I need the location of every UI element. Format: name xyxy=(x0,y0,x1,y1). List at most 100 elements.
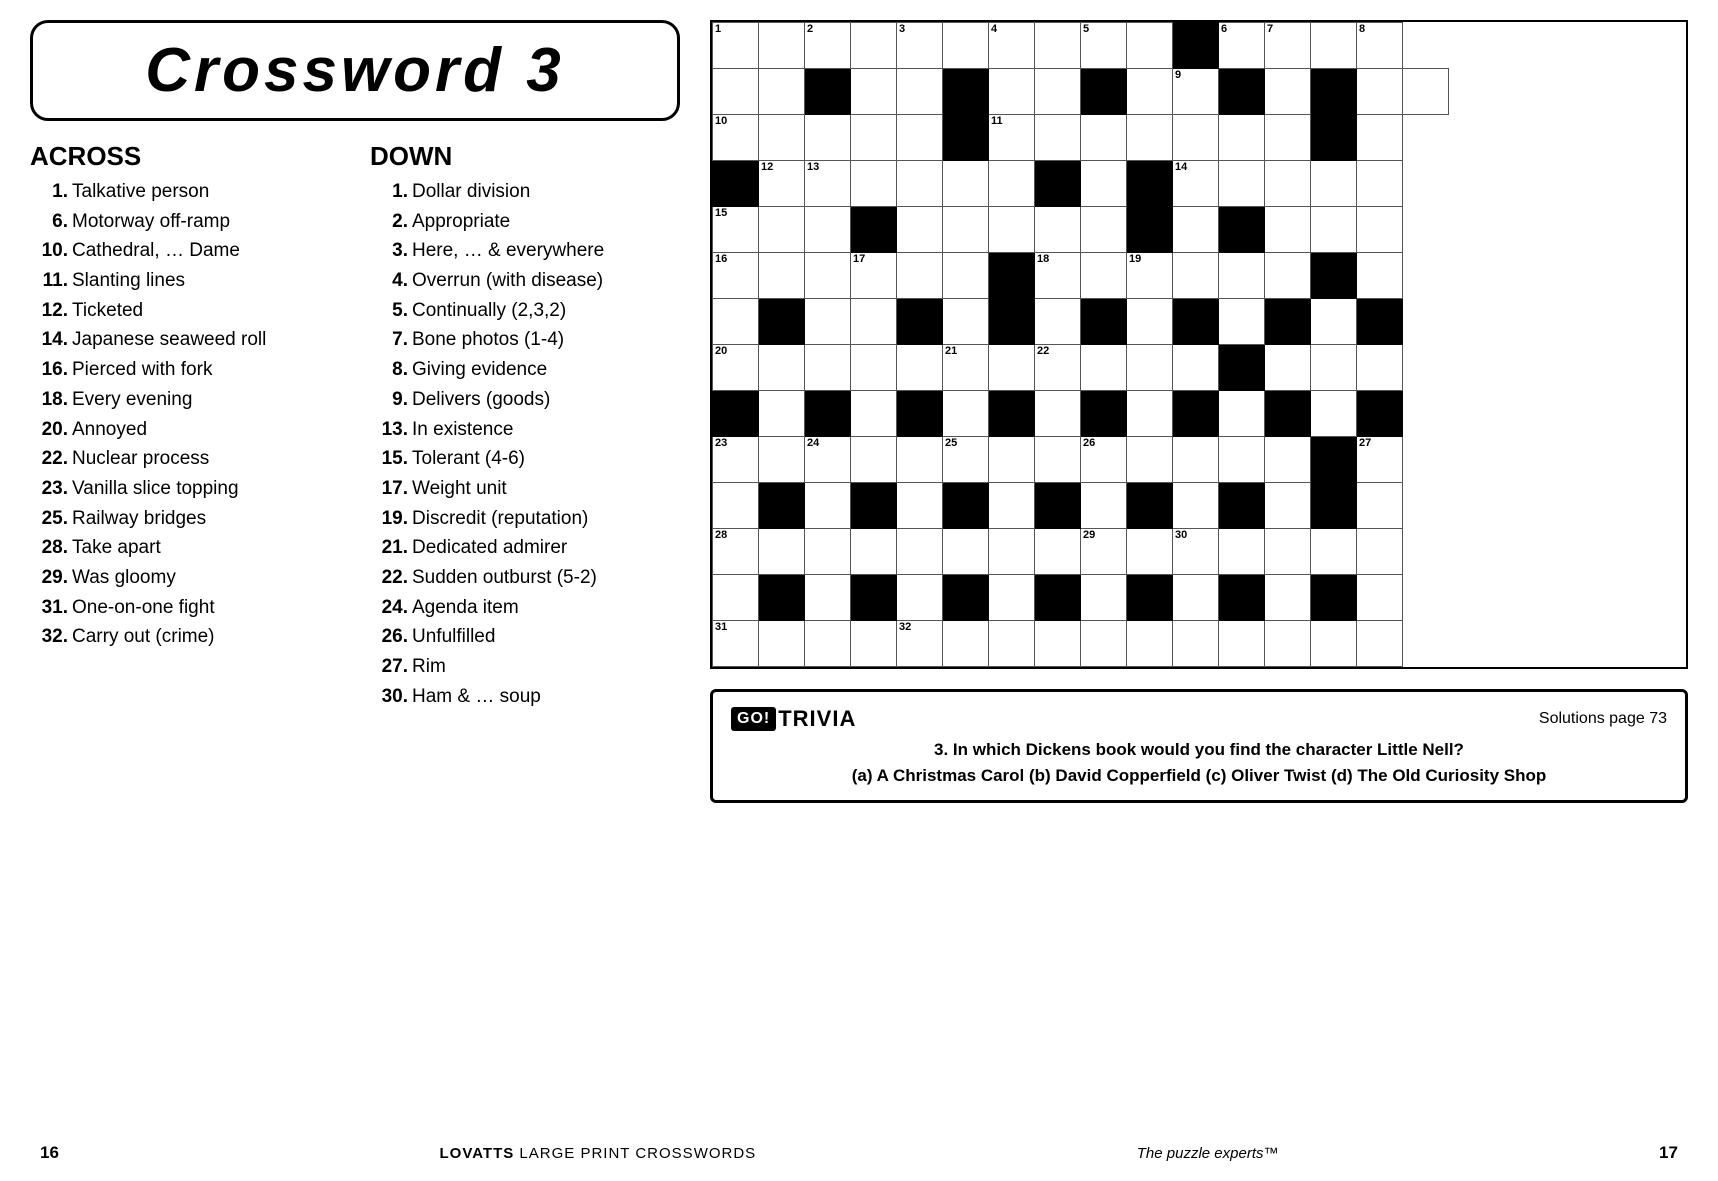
grid-cell[interactable] xyxy=(851,345,897,391)
grid-cell[interactable] xyxy=(1173,345,1219,391)
grid-cell[interactable] xyxy=(1081,483,1127,529)
grid-cell[interactable] xyxy=(1173,115,1219,161)
grid-cell[interactable] xyxy=(1219,437,1265,483)
grid-cell[interactable] xyxy=(1035,391,1081,437)
grid-cell[interactable] xyxy=(897,575,943,621)
grid-cell[interactable] xyxy=(1035,437,1081,483)
grid-cell[interactable] xyxy=(1127,345,1173,391)
grid-cell[interactable] xyxy=(759,253,805,299)
grid-cell[interactable] xyxy=(1357,575,1403,621)
grid-cell[interactable] xyxy=(1357,207,1403,253)
grid-cell[interactable] xyxy=(805,345,851,391)
grid-cell[interactable] xyxy=(1265,161,1311,207)
grid-cell[interactable] xyxy=(1265,69,1311,115)
grid-cell[interactable] xyxy=(851,437,897,483)
grid-cell[interactable]: 5 xyxy=(1081,23,1127,69)
grid-cell[interactable]: 4 xyxy=(989,23,1035,69)
grid-cell[interactable] xyxy=(805,575,851,621)
grid-cell[interactable] xyxy=(1357,621,1403,667)
grid-cell[interactable] xyxy=(943,621,989,667)
grid-cell[interactable] xyxy=(1265,115,1311,161)
grid-cell[interactable] xyxy=(1127,391,1173,437)
grid-cell[interactable]: 32 xyxy=(897,621,943,667)
grid-cell[interactable] xyxy=(943,207,989,253)
grid-cell[interactable]: 17 xyxy=(851,253,897,299)
grid-cell[interactable] xyxy=(759,621,805,667)
grid-cell[interactable] xyxy=(1219,621,1265,667)
grid-cell[interactable] xyxy=(851,529,897,575)
grid-cell[interactable] xyxy=(943,23,989,69)
grid-cell[interactable] xyxy=(1127,437,1173,483)
grid-cell[interactable] xyxy=(805,253,851,299)
grid-cell[interactable] xyxy=(1127,23,1173,69)
grid-cell[interactable] xyxy=(897,161,943,207)
grid-cell[interactable] xyxy=(1173,575,1219,621)
grid-cell[interactable] xyxy=(1035,529,1081,575)
grid-cell[interactable] xyxy=(1081,161,1127,207)
grid-cell[interactable] xyxy=(1311,207,1357,253)
grid-cell[interactable] xyxy=(1173,437,1219,483)
grid-cell[interactable] xyxy=(989,207,1035,253)
grid-cell[interactable] xyxy=(897,529,943,575)
grid-cell[interactable] xyxy=(1311,345,1357,391)
grid-cell[interactable] xyxy=(897,345,943,391)
grid-cell[interactable] xyxy=(943,299,989,345)
grid-cell[interactable] xyxy=(759,23,805,69)
grid-cell[interactable]: 20 xyxy=(713,345,759,391)
grid-cell[interactable] xyxy=(851,115,897,161)
grid-cell[interactable] xyxy=(1035,299,1081,345)
grid-cell[interactable] xyxy=(989,529,1035,575)
grid-cell[interactable] xyxy=(759,345,805,391)
grid-cell[interactable] xyxy=(759,69,805,115)
grid-cell[interactable] xyxy=(851,161,897,207)
grid-cell[interactable]: 13 xyxy=(805,161,851,207)
grid-cell[interactable]: 31 xyxy=(713,621,759,667)
grid-cell[interactable] xyxy=(1403,69,1449,115)
grid-cell[interactable] xyxy=(1081,621,1127,667)
grid-cell[interactable] xyxy=(1081,575,1127,621)
grid-cell[interactable]: 9 xyxy=(1173,69,1219,115)
grid-cell[interactable] xyxy=(1173,483,1219,529)
grid-cell[interactable] xyxy=(1357,69,1403,115)
grid-cell[interactable] xyxy=(989,483,1035,529)
grid-cell[interactable] xyxy=(1127,621,1173,667)
grid-cell[interactable] xyxy=(851,69,897,115)
grid-cell[interactable] xyxy=(1173,621,1219,667)
grid-cell[interactable] xyxy=(759,115,805,161)
grid-cell[interactable] xyxy=(713,299,759,345)
grid-cell[interactable] xyxy=(1173,207,1219,253)
grid-cell[interactable] xyxy=(1265,575,1311,621)
grid-cell[interactable] xyxy=(1081,207,1127,253)
grid-cell[interactable] xyxy=(1127,69,1173,115)
grid-cell[interactable] xyxy=(1265,437,1311,483)
grid-cell[interactable] xyxy=(805,115,851,161)
grid-cell[interactable] xyxy=(1357,483,1403,529)
grid-cell[interactable]: 11 xyxy=(989,115,1035,161)
grid-cell[interactable] xyxy=(989,575,1035,621)
grid-cell[interactable]: 14 xyxy=(1173,161,1219,207)
grid-cell[interactable] xyxy=(1081,253,1127,299)
grid-cell[interactable] xyxy=(1035,621,1081,667)
grid-cell[interactable] xyxy=(1035,23,1081,69)
grid-cell[interactable] xyxy=(1127,299,1173,345)
grid-cell[interactable] xyxy=(943,253,989,299)
grid-cell[interactable] xyxy=(1311,391,1357,437)
grid-cell[interactable] xyxy=(1127,115,1173,161)
grid-cell[interactable]: 21 xyxy=(943,345,989,391)
grid-cell[interactable] xyxy=(805,299,851,345)
grid-cell[interactable] xyxy=(1265,621,1311,667)
grid-cell[interactable]: 19 xyxy=(1127,253,1173,299)
grid-cell[interactable] xyxy=(759,391,805,437)
grid-cell[interactable] xyxy=(1357,115,1403,161)
grid-cell[interactable] xyxy=(1357,529,1403,575)
grid-cell[interactable] xyxy=(943,529,989,575)
grid-cell[interactable]: 2 xyxy=(805,23,851,69)
grid-cell[interactable]: 15 xyxy=(713,207,759,253)
grid-cell[interactable] xyxy=(989,437,1035,483)
grid-cell[interactable] xyxy=(851,23,897,69)
grid-cell[interactable] xyxy=(897,437,943,483)
grid-cell[interactable] xyxy=(989,161,1035,207)
grid-cell[interactable] xyxy=(1265,207,1311,253)
grid-cell[interactable] xyxy=(1219,391,1265,437)
grid-cell[interactable]: 1 xyxy=(713,23,759,69)
